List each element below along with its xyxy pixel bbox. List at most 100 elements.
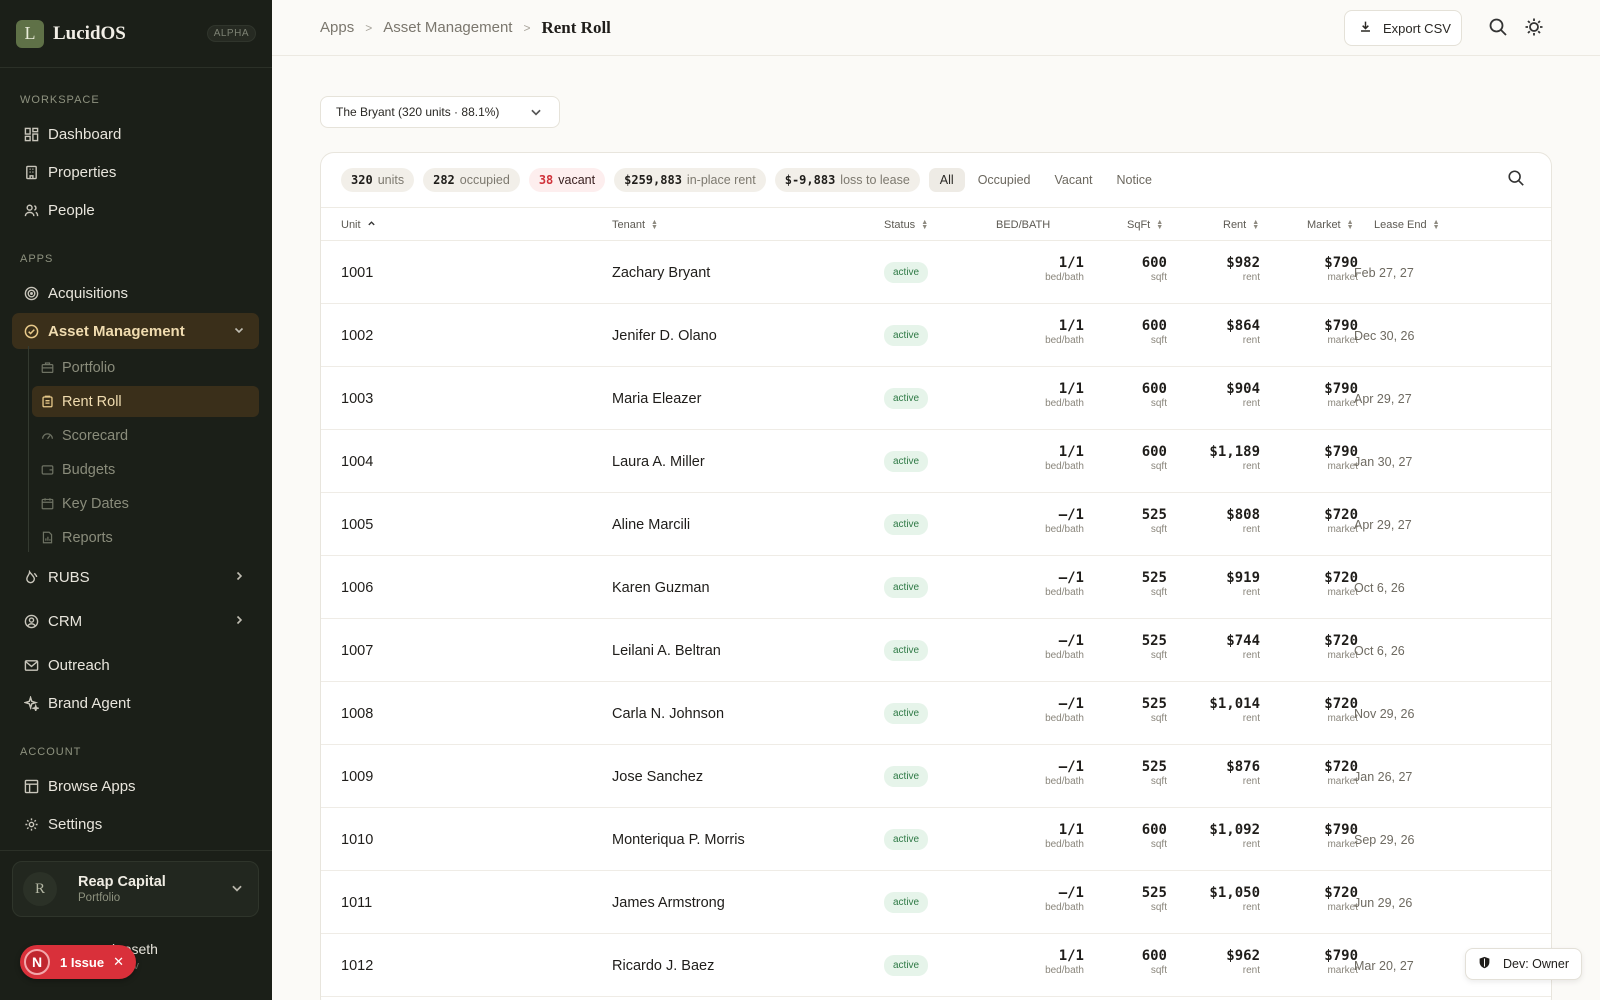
table-row[interactable]: 1005 Aline Marcili active –/1 bed/bath 5…: [321, 493, 1551, 556]
bedbath-unit: bed/bath: [1045, 902, 1084, 913]
tenant-cell[interactable]: Jose Sanchez: [612, 745, 703, 808]
sqft-value: 600: [1141, 822, 1167, 838]
table-row[interactable]: 1009 Jose Sanchez active –/1 bed/bath 52…: [321, 745, 1551, 808]
search-icon[interactable]: [1507, 169, 1527, 189]
sqft-unit: sqft: [1150, 965, 1167, 976]
sqft-cell: 525 sqft: [1142, 507, 1167, 536]
sidebar-item-acquisitions[interactable]: Acquisitions: [12, 275, 259, 311]
sidebar-subitem-scorecard[interactable]: Scorecard: [32, 420, 259, 451]
tenant-cell[interactable]: Aline Marcili: [612, 493, 690, 556]
issue-avatar: N: [24, 949, 50, 975]
tenant-cell[interactable]: Ricardo J. Baez: [612, 934, 714, 997]
sidebar-item-label: Browse Apps: [48, 777, 136, 795]
chevron-down-icon[interactable]: [233, 324, 245, 339]
tenant-cell[interactable]: Carla N. Johnson: [612, 682, 724, 745]
bedbath-value: 1/1: [1058, 822, 1084, 838]
sidebar-item-label: Properties: [48, 163, 117, 181]
rent-value: $864: [1226, 318, 1260, 334]
sidebar-subitem-label: Budgets: [62, 461, 116, 478]
rent-unit: rent: [1242, 839, 1260, 850]
brand-logo[interactable]: L: [16, 19, 44, 48]
sidebar-item-crm[interactable]: CRM: [12, 603, 259, 639]
sidebar-item-brand-agent[interactable]: Brand Agent: [12, 685, 259, 721]
column-header-market[interactable]: Market ▲ ▼: [1307, 219, 1354, 231]
table-row[interactable]: 1012 Ricardo J. Baez active 1/1 bed/bath…: [321, 934, 1551, 997]
tenant-cell[interactable]: Karen Guzman: [612, 556, 710, 619]
status-cell: active: [884, 745, 929, 808]
sidebar-item-dashboard[interactable]: Dashboard: [12, 116, 259, 152]
tenant-cell[interactable]: Monteriqua P. Morris: [612, 808, 745, 871]
table-row[interactable]: 1003 Maria Eleazer active 1/1 bed/bath 6…: [321, 367, 1551, 430]
table-row[interactable]: 1006 Karen Guzman active –/1 bed/bath 52…: [321, 556, 1551, 619]
market-value: $720: [1324, 885, 1358, 901]
lease-end-cell: Apr 29, 27: [1354, 517, 1412, 532]
sidebar-subitem-key-dates[interactable]: Key Dates: [32, 488, 259, 519]
column-header-status[interactable]: Status ▲ ▼: [884, 219, 928, 231]
org-avatar: R: [23, 872, 57, 906]
org-switcher[interactable]: R Reap Capital Portfolio: [12, 861, 259, 917]
column-header-rent[interactable]: Rent ▲ ▼: [1223, 219, 1259, 231]
table-row[interactable]: 1004 Laura A. Miller active 1/1 bed/bath…: [321, 430, 1551, 493]
table-row[interactable]: 1010 Monteriqua P. Morris active 1/1 bed…: [321, 808, 1551, 871]
search-icon[interactable]: [1488, 17, 1510, 39]
sort-icon: ▲ ▼: [1346, 219, 1354, 231]
table-row[interactable]: 1001 Zachary Bryant active 1/1 bed/bath …: [321, 241, 1551, 304]
column-header-sqft[interactable]: SqFt ▲ ▼: [1127, 219, 1163, 231]
chevron-right-icon[interactable]: [233, 614, 245, 629]
status-cell: active: [884, 241, 929, 304]
tab-notice[interactable]: Notice: [1106, 168, 1163, 192]
tab-occupied[interactable]: Occupied: [967, 168, 1042, 192]
column-header-tenant[interactable]: Tenant ▲ ▼: [612, 219, 658, 231]
stat-label: vacant: [558, 173, 596, 187]
sidebar-item-browse-apps[interactable]: Browse Apps: [12, 768, 259, 804]
sidebar-subitem-label: Key Dates: [62, 495, 129, 512]
rent-value: $1,050: [1209, 885, 1260, 901]
table-row[interactable]: 1011 James Armstrong active –/1 bed/bath…: [321, 871, 1551, 934]
tenant-cell[interactable]: Leilani A. Beltran: [612, 619, 721, 682]
sidebar-item-outreach[interactable]: Outreach: [12, 647, 259, 683]
sqft-value: 525: [1141, 633, 1167, 649]
tenant-cell[interactable]: James Armstrong: [612, 871, 725, 934]
table-row[interactable]: 1002 Jenifer D. Olano active 1/1 bed/bat…: [321, 304, 1551, 367]
status-badge: active: [884, 640, 929, 661]
sidebar-subitem-rent-roll[interactable]: Rent Roll: [32, 386, 259, 417]
scorecard-icon: [41, 429, 54, 442]
property-select[interactable]: The Bryant (320 units · 88.1%): [320, 96, 560, 128]
status-badge: active: [884, 514, 929, 535]
table-row[interactable]: 1007 Leilani A. Beltran active –/1 bed/b…: [321, 619, 1551, 682]
brand-name[interactable]: LucidOS: [53, 23, 126, 45]
breadcrumb-asset-management[interactable]: Asset Management: [383, 19, 512, 36]
breadcrumb-apps[interactable]: Apps: [320, 19, 354, 36]
sidebar-item-properties[interactable]: Properties: [12, 154, 259, 190]
close-icon[interactable]: ✕: [113, 954, 124, 970]
dev-role-badge[interactable]: Dev: Owner: [1465, 948, 1582, 980]
export-csv-button[interactable]: Export CSV: [1344, 10, 1462, 46]
tenant-cell[interactable]: Maria Eleazer: [612, 367, 701, 430]
unit-cell: 1010: [341, 831, 374, 848]
sidebar-subitem-portfolio[interactable]: Portfolio: [32, 352, 259, 383]
tab-all[interactable]: All: [928, 168, 965, 192]
sidebar-item-settings[interactable]: Settings: [12, 806, 259, 842]
sqft-value: 600: [1141, 444, 1167, 460]
sidebar-item-people[interactable]: People: [12, 192, 259, 228]
column-header-lease-end[interactable]: Lease End ▲ ▼: [1374, 219, 1440, 231]
tenant-cell[interactable]: Jenifer D. Olano: [612, 304, 717, 367]
market-unit: market: [1327, 965, 1358, 976]
status-badge: active: [884, 325, 929, 346]
brand: L LucidOS ALPHA: [0, 0, 272, 68]
tab-vacant[interactable]: Vacant: [1044, 168, 1104, 192]
tenant-cell[interactable]: Zachary Bryant: [612, 241, 710, 304]
issue-indicator[interactable]: N 1 Issue ✕: [20, 945, 136, 979]
tenant-cell[interactable]: Laura A. Miller: [612, 430, 705, 493]
sidebar-subitem-budgets[interactable]: Budgets: [32, 454, 259, 485]
chevron-right-icon[interactable]: [233, 570, 245, 585]
lease-end-cell: Jan 30, 27: [1354, 454, 1413, 469]
sqft-cell: 525 sqft: [1142, 759, 1167, 788]
sidebar-subitem-reports[interactable]: Reports: [32, 522, 259, 553]
theme-toggle-icon[interactable]: [1524, 17, 1546, 39]
sidebar-item-rubs[interactable]: RUBS: [12, 559, 259, 595]
sidebar-item-asset-management[interactable]: Asset Management: [12, 313, 259, 349]
layout-icon: [23, 778, 39, 794]
table-row[interactable]: 1008 Carla N. Johnson active –/1 bed/bat…: [321, 682, 1551, 745]
column-header-unit[interactable]: Unit: [341, 219, 376, 231]
